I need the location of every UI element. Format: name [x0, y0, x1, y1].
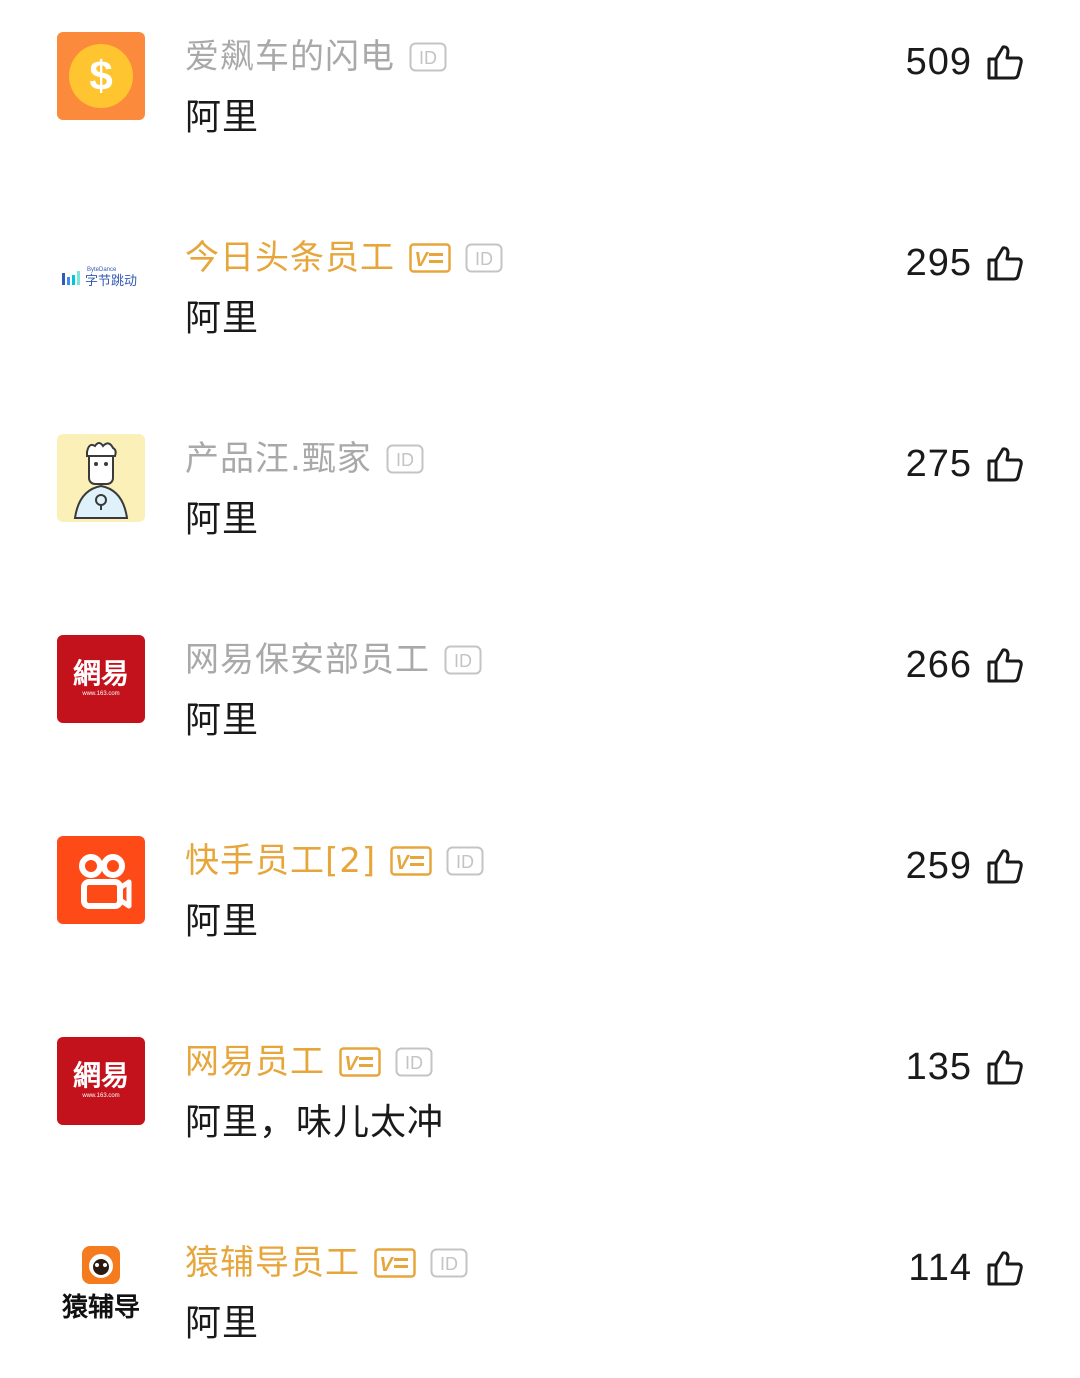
id-badge-icon: ID: [444, 645, 482, 675]
vip-v-badge-icon: V: [409, 243, 451, 273]
vip-badge-label: V: [344, 1053, 359, 1075]
username[interactable]: 网易保安部员工: [185, 637, 430, 683]
username[interactable]: 爱飙车的闪电: [185, 34, 395, 80]
like-button[interactable]: 135: [906, 1043, 1024, 1091]
netease-logo-subtext: www.163.com: [81, 1093, 119, 1099]
name-row: 今日头条员工 V ID: [185, 235, 503, 281]
netease-logo: 網易 www.163.com: [57, 1037, 145, 1125]
vip-badge-label: V: [379, 1254, 394, 1276]
avatar[interactable]: [57, 434, 145, 522]
comment-text: 阿里: [185, 499, 260, 540]
like-button[interactable]: 266: [906, 641, 1024, 689]
id-badge-icon: ID: [465, 243, 503, 273]
vip-badge-label: V: [396, 852, 411, 874]
yuanfudao-logo: 猿辅导: [57, 1238, 145, 1326]
name-row: 网易保安部员工 ID: [185, 637, 482, 683]
bytedance-logo: ByteDance 字节跳动: [57, 233, 145, 321]
yuanfudao-logo-text: 猿辅导: [61, 1293, 140, 1323]
comment-text: 阿里，味儿太冲: [185, 1102, 445, 1143]
thumbs-up-icon: [987, 648, 1023, 683]
comment-text: 阿里: [185, 700, 260, 741]
comment-text: 阿里: [185, 1303, 260, 1344]
comment-item: 产品汪.甄家 ID 阿里 275: [0, 434, 1080, 574]
name-row: 产品汪.甄家 ID: [185, 436, 424, 482]
id-badge-icon: ID: [409, 42, 447, 72]
name-row: 猿辅导员工 V ID: [185, 1240, 468, 1286]
bytedance-logo-label: ByteDance: [87, 267, 117, 273]
comment-item: 猿辅导 猿辅导员工 V ID 阿里 114: [0, 1238, 1080, 1378]
avatar[interactable]: 網易 www.163.com: [57, 1037, 145, 1125]
thumbs-up-icon: [987, 1251, 1023, 1286]
username[interactable]: 产品汪.甄家: [185, 436, 372, 482]
like-count: 275: [905, 443, 972, 485]
username[interactable]: 今日头条员工: [185, 235, 395, 281]
like-count: 509: [905, 41, 972, 83]
netease-logo: 網易 www.163.com: [57, 635, 145, 723]
dollar-coin-icon: $: [57, 32, 145, 120]
username[interactable]: 快手员工[2]: [185, 838, 376, 884]
avatar[interactable]: ByteDance 字节跳动: [57, 233, 145, 321]
like-count: 135: [905, 1046, 972, 1088]
netease-logo-text: 網易: [73, 657, 129, 690]
avatar[interactable]: [57, 836, 145, 924]
id-badge-label: ID: [456, 852, 474, 872]
username[interactable]: 猿辅导员工: [185, 1240, 360, 1286]
id-badge-label: ID: [454, 651, 472, 671]
vip-v-badge-icon: V: [339, 1047, 381, 1077]
like-button[interactable]: 275: [906, 440, 1024, 488]
id-badge-label: ID: [440, 1254, 458, 1274]
like-button[interactable]: 509: [906, 38, 1024, 86]
like-count: 266: [905, 644, 972, 686]
like-button[interactable]: 259: [906, 842, 1024, 890]
name-row: 网易员工 V ID: [185, 1039, 433, 1085]
comment-text: 阿里: [185, 298, 260, 339]
comment-item: ByteDance 字节跳动 今日头条员工 V ID 阿里 295: [0, 233, 1080, 373]
id-badge-label: ID: [475, 249, 493, 269]
comment-item: 快手员工[2] V ID 阿里 259: [0, 836, 1080, 976]
id-badge-label: ID: [396, 450, 414, 470]
cartoon-person-icon: [57, 434, 145, 522]
comment-item: 網易 www.163.com 网易员工 V ID 阿里，味儿太冲 135: [0, 1037, 1080, 1177]
like-button[interactable]: 295: [906, 239, 1024, 287]
avatar[interactable]: 猿辅导: [57, 1238, 145, 1326]
thumbs-up-icon: [987, 849, 1023, 884]
id-badge-label: ID: [405, 1053, 423, 1073]
like-count: 114: [908, 1247, 972, 1289]
id-badge-icon: ID: [395, 1047, 433, 1077]
netease-logo-text: 網易: [73, 1059, 129, 1092]
thumbs-up-icon: [987, 1050, 1023, 1085]
id-badge-icon: ID: [386, 444, 424, 474]
name-row: 快手员工[2] V ID: [185, 838, 484, 884]
username[interactable]: 网易员工: [185, 1039, 325, 1085]
id-badge-label: ID: [419, 48, 437, 68]
comment-text: 阿里: [185, 901, 260, 942]
avatar[interactable]: $: [57, 32, 145, 120]
svg-text:$: $: [89, 52, 112, 99]
avatar[interactable]: 網易 www.163.com: [57, 635, 145, 723]
bytedance-logo-text: 字节跳动: [85, 274, 137, 289]
kuaishou-logo: [57, 836, 145, 924]
like-count: 295: [905, 242, 972, 284]
vip-v-badge-icon: V: [374, 1248, 416, 1278]
thumbs-up-icon: [987, 447, 1023, 482]
name-row: 爱飙车的闪电 ID: [185, 34, 447, 80]
vip-badge-label: V: [414, 249, 429, 271]
id-badge-icon: ID: [430, 1248, 468, 1278]
vip-v-badge-icon: V: [390, 846, 432, 876]
netease-logo-subtext: www.163.com: [81, 691, 119, 697]
like-count: 259: [905, 845, 972, 887]
thumbs-up-icon: [987, 246, 1023, 281]
thumbs-up-icon: [987, 45, 1023, 80]
comment-item: 網易 www.163.com 网易保安部员工 ID 阿里 266: [0, 635, 1080, 775]
comment-text: 阿里: [185, 97, 260, 138]
comment-item: $ 爱飙车的闪电 ID 阿里 509: [0, 32, 1080, 172]
id-badge-icon: ID: [446, 846, 484, 876]
like-button[interactable]: 114: [908, 1244, 1024, 1292]
